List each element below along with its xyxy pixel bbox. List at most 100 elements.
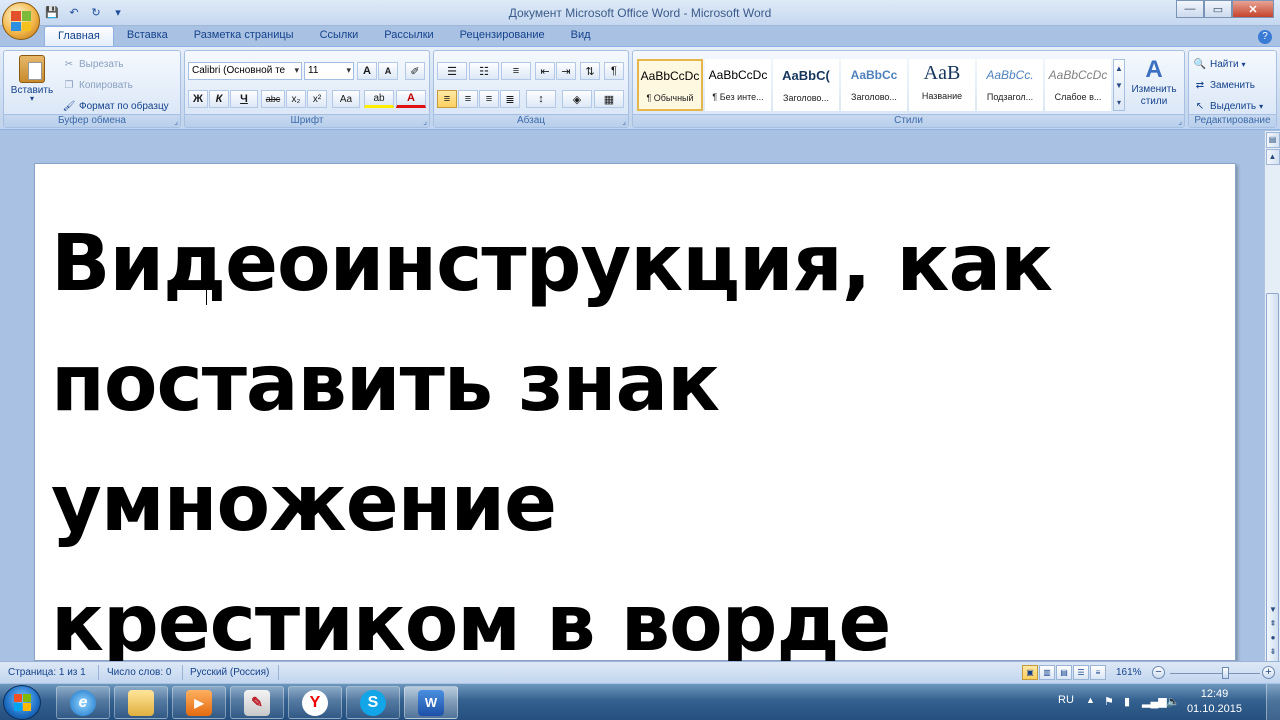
zoom-slider-track[interactable]	[1170, 673, 1260, 674]
show-marks-button[interactable]: ¶	[604, 62, 624, 80]
cut-label: Вырезать	[79, 58, 124, 70]
justify-button[interactable]: ≣	[500, 90, 520, 108]
network-flag-icon[interactable]: ⚑	[1104, 695, 1114, 708]
highlight-button[interactable]: ab	[364, 90, 394, 108]
style-sample: AaBbC(	[782, 68, 830, 83]
change-case-button[interactable]: Aa	[332, 90, 360, 108]
browse-navigation[interactable]: ▼ ⇞ ● ⇟	[1267, 603, 1279, 659]
sort-button[interactable]: ⇅	[580, 62, 600, 80]
tab-home[interactable]: Главная	[44, 26, 114, 46]
volume-icon[interactable]: 🔈	[1166, 695, 1180, 708]
change-styles-button[interactable]: A Изменить стили	[1127, 57, 1181, 108]
taskbar-explorer[interactable]	[114, 686, 168, 719]
zoom-out-icon[interactable]: −	[1152, 666, 1165, 679]
cut-button[interactable]: ✂ Вырезать	[62, 57, 124, 71]
outline-view-button[interactable]: ☰	[1073, 665, 1089, 680]
italic-button[interactable]: К	[209, 90, 229, 108]
style-title[interactable]: AaB Название	[909, 59, 975, 111]
tray-expand-icon[interactable]: ▲	[1086, 695, 1095, 705]
battery-icon[interactable]: ▮	[1124, 695, 1130, 708]
word-count[interactable]: Число слов: 0	[107, 667, 171, 678]
draft-view-button[interactable]: ≡	[1090, 665, 1106, 680]
web-layout-view-button[interactable]: ▤	[1056, 665, 1072, 680]
taskbar-yandex[interactable]: Y	[288, 686, 342, 719]
start-button[interactable]	[3, 685, 41, 720]
taskbar-pen-tool[interactable]: ✎	[230, 686, 284, 719]
shrink-font-button[interactable]: A	[378, 62, 398, 80]
maximize-button[interactable]: ▭	[1204, 0, 1232, 18]
align-center-button[interactable]: ≡	[458, 90, 478, 108]
align-left-button[interactable]: ≡	[437, 90, 457, 108]
tab-references[interactable]: Ссылки	[307, 26, 372, 46]
select-button[interactable]: ↖ Выделить ▾	[1193, 99, 1263, 113]
multilevel-list-button[interactable]: ≡	[501, 62, 531, 80]
style-heading-2[interactable]: AaBbCc Заголово...	[841, 59, 907, 111]
tab-page-layout[interactable]: Разметка страницы	[181, 26, 307, 46]
borders-button[interactable]: ▦	[594, 90, 624, 108]
find-button[interactable]: 🔍 Найти ▾	[1193, 57, 1246, 71]
bold-button[interactable]: Ж	[188, 90, 208, 108]
language-indicator[interactable]: Русский (Россия)	[190, 667, 269, 678]
document-page[interactable]: Видеоинструкция, как поставить знак умно…	[34, 163, 1236, 669]
print-layout-view-button[interactable]: ▣	[1022, 665, 1038, 680]
close-button[interactable]: ✕	[1232, 0, 1274, 18]
full-screen-reading-view-button[interactable]: ▥	[1039, 665, 1055, 680]
taskbar-ie[interactable]: e	[56, 686, 110, 719]
style-sample: AaBbCcDc	[708, 68, 768, 82]
office-button[interactable]	[2, 2, 40, 40]
scroll-up-icon[interactable]: ▲	[1265, 149, 1280, 165]
style-no-spacing[interactable]: AaBbCcDc ¶ Без инте...	[705, 59, 771, 111]
align-right-button[interactable]: ≡	[479, 90, 499, 108]
show-desktop-button[interactable]	[1266, 684, 1280, 720]
font-color-button[interactable]: A	[396, 90, 426, 108]
tab-mailings[interactable]: Рассылки	[371, 26, 446, 46]
group-label-clipboard: Буфер обмена	[4, 114, 180, 127]
help-icon[interactable]: ?	[1258, 30, 1272, 44]
replace-button[interactable]: ⇄ Заменить	[1193, 78, 1255, 92]
style-subtle-emphasis[interactable]: AaBbCcDc Слабое в...	[1045, 59, 1111, 111]
ruler-toggle-icon[interactable]: ▤	[1265, 132, 1280, 148]
clear-formatting-button[interactable]: ✐	[405, 62, 425, 80]
taskbar-skype[interactable]: S	[346, 686, 400, 719]
grow-font-button[interactable]: A	[357, 62, 377, 80]
copy-button[interactable]: ❐ Копировать	[62, 78, 133, 92]
font-size-combo[interactable]: 11	[304, 62, 354, 80]
shading-button[interactable]: ◈	[562, 90, 592, 108]
taskbar-word[interactable]: W	[404, 686, 458, 719]
tab-review[interactable]: Рецензирование	[447, 26, 558, 46]
minimize-button[interactable]: —	[1176, 0, 1204, 18]
numbering-button[interactable]: ☷	[469, 62, 499, 80]
underline-button[interactable]: Ч	[230, 90, 258, 108]
dialog-launcher-icon[interactable]: ⌟	[174, 117, 178, 126]
dialog-launcher-icon[interactable]: ⌟	[1178, 117, 1182, 126]
line-spacing-button[interactable]: ↕	[526, 90, 556, 108]
style-subtitle[interactable]: AaBbCc. Подзагол...	[977, 59, 1043, 111]
style-heading-1[interactable]: AaBbC( Заголово...	[773, 59, 839, 111]
increase-indent-button[interactable]: ⇥	[556, 62, 576, 80]
document-text[interactable]: Видеоинструкция, как поставить знак умно…	[51, 204, 1221, 684]
vertical-scrollbar[interactable]: ▤ ▲ ▼ ⇞ ● ⇟	[1264, 131, 1280, 720]
font-name-combo[interactable]: Calibri (Основной те	[188, 62, 302, 80]
signal-icon[interactable]: ▂▄▆	[1142, 695, 1167, 708]
style-normal[interactable]: AaBbCcDc ¶ Обычный	[637, 59, 703, 111]
zoom-in-icon[interactable]: +	[1262, 666, 1275, 679]
strikethrough-button[interactable]: abc	[261, 90, 285, 108]
dialog-launcher-icon[interactable]: ⌟	[622, 117, 626, 126]
subscript-button[interactable]: x₂	[286, 90, 306, 108]
paste-button[interactable]: Вставить ▾	[8, 55, 56, 103]
language-bar[interactable]: RU	[1058, 694, 1074, 706]
dialog-launcher-icon[interactable]: ⌟	[423, 117, 427, 126]
clock[interactable]: 12:49 01.10.2015	[1187, 687, 1242, 717]
format-painter-button[interactable]: 🖌 Формат по образцу	[62, 99, 169, 113]
superscript-button[interactable]: x²	[307, 90, 327, 108]
zoom-slider-thumb[interactable]	[1221, 667, 1229, 679]
decrease-indent-button[interactable]: ⇤	[535, 62, 555, 80]
tab-view[interactable]: Вид	[558, 26, 604, 46]
taskbar-media-player[interactable]: ▶	[172, 686, 226, 719]
bullets-button[interactable]: ☰	[437, 62, 467, 80]
styles-gallery-scroll[interactable]: ▲ ▼ ▾	[1113, 59, 1125, 111]
tab-insert[interactable]: Вставка	[114, 26, 181, 46]
style-name: Слабое в...	[1054, 92, 1102, 102]
zoom-level[interactable]: 161%	[1116, 667, 1142, 678]
page-count[interactable]: Страница: 1 из 1	[8, 667, 86, 678]
